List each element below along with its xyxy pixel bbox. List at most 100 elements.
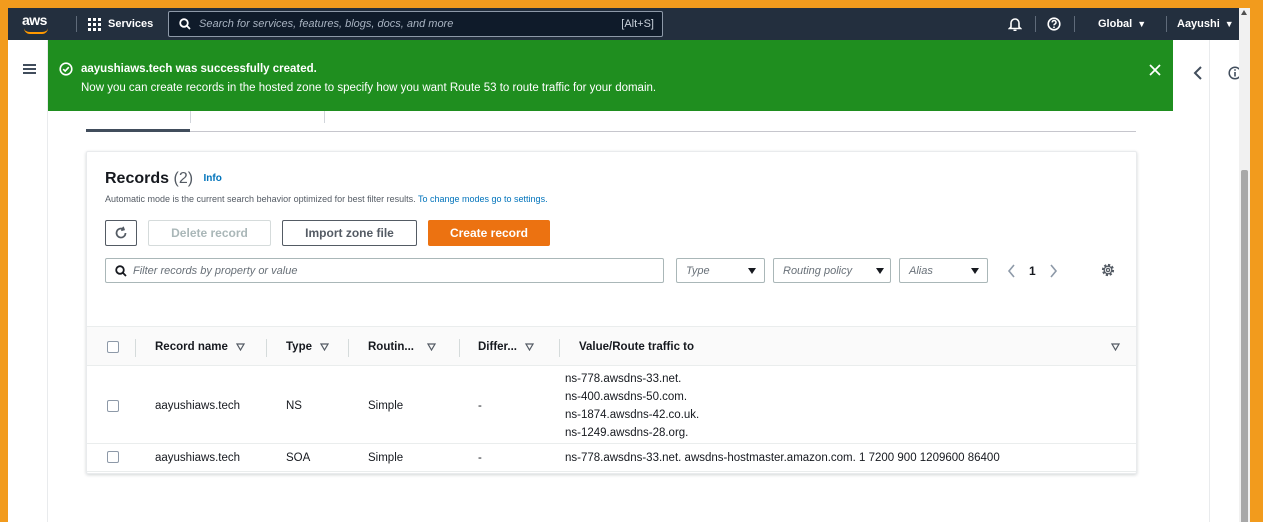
help-icon	[1047, 17, 1061, 31]
record-name-cell: aayushiaws.tech	[155, 452, 241, 464]
routing-policy-select[interactable]: Routing policy	[773, 258, 891, 283]
search-placeholder: Search for services, features, blogs, do…	[199, 18, 454, 30]
search-mode-text: Automatic mode is the current search beh…	[105, 194, 416, 204]
success-flash-banner: aayushiaws.tech was successfully created…	[48, 40, 1173, 111]
caret-down-icon	[748, 267, 756, 274]
services-label: Services	[108, 18, 154, 30]
notifications-button[interactable]	[1008, 8, 1022, 40]
sort-icon[interactable]	[1111, 343, 1120, 351]
global-search-input[interactable]: Search for services, features, blogs, do…	[168, 11, 663, 37]
console-window: aws Services Search for services, featur…	[8, 8, 1245, 522]
record-name-cell: aayushiaws.tech	[155, 400, 241, 412]
nav-divider	[1074, 16, 1075, 32]
row-checkbox[interactable]	[107, 451, 119, 463]
pagination: 1	[1007, 258, 1058, 283]
alias-select[interactable]: Alias	[899, 258, 988, 283]
search-icon	[115, 264, 127, 277]
value-line: ns-1249.awsdns-28.org.	[565, 427, 689, 439]
menu-icon[interactable]	[23, 64, 36, 74]
type-select[interactable]: Type	[676, 258, 765, 283]
top-navigation-bar: aws Services Search for services, featur…	[8, 8, 1245, 40]
chevron-left-icon[interactable]	[1193, 66, 1203, 80]
record-type-cell: NS	[286, 400, 302, 412]
records-table-header: Record name Type Routin... Differ... Val…	[87, 326, 1136, 366]
column-label: Routin...	[368, 341, 414, 353]
tab-divider	[190, 111, 191, 123]
delete-record-button[interactable]: Delete record	[148, 220, 271, 246]
flash-message: Now you can create records in the hosted…	[81, 82, 657, 94]
row-checkbox[interactable]	[107, 400, 119, 412]
records-description: Automatic mode is the current search beh…	[105, 194, 548, 204]
records-title: Records	[105, 170, 170, 187]
page-number[interactable]: 1	[1029, 264, 1036, 278]
value-cell: ns-778.awsdns-33.net. ns-400.awsdns-50.c…	[565, 370, 699, 442]
table-row[interactable]: aayushiaws.tech SOA Simple - ns-778.awsd…	[87, 444, 1136, 472]
sort-icon	[235, 343, 245, 351]
chevron-left-icon[interactable]	[1007, 263, 1016, 278]
column-divider	[459, 339, 460, 357]
caret-down-icon	[971, 267, 979, 274]
right-rail-divider	[1209, 40, 1210, 522]
tabs-underline	[86, 131, 1136, 132]
search-icon	[179, 18, 191, 30]
help-button[interactable]	[1047, 8, 1061, 40]
column-label: Type	[286, 341, 312, 353]
account-menu[interactable]: Aayushi ▼	[1177, 8, 1234, 40]
column-label: Value/Route traffic to	[579, 341, 695, 353]
tab-records-active-indicator	[86, 129, 190, 132]
region-selector[interactable]: Global ▼	[1098, 8, 1146, 40]
column-header-routing-policy[interactable]: Routin...	[368, 327, 436, 367]
left-navigation-rail	[8, 40, 48, 522]
services-menu-button[interactable]: Services	[88, 8, 153, 40]
scrollbar-thumb[interactable]	[1241, 170, 1248, 522]
info-link[interactable]: Info	[204, 173, 222, 184]
import-zone-file-button[interactable]: Import zone file	[282, 220, 417, 246]
bell-icon	[1008, 18, 1022, 31]
column-divider	[266, 339, 267, 357]
tab-divider	[324, 111, 325, 123]
filter-records-input[interactable]: Filter records by property or value	[105, 258, 664, 283]
alias-select-label: Alias	[909, 264, 933, 277]
value-line: ns-778.awsdns-33.net.	[565, 373, 682, 385]
routing-policy-cell: Simple	[368, 452, 404, 464]
close-icon[interactable]	[1149, 64, 1161, 76]
aws-smile-icon	[24, 28, 48, 34]
column-header-value[interactable]: Value/Route traffic to	[579, 327, 694, 367]
column-label: Record name	[155, 341, 228, 353]
page-scrollbar[interactable]	[1239, 8, 1250, 522]
aws-logo-text: aws	[22, 12, 47, 28]
chevron-right-icon[interactable]	[1049, 263, 1058, 278]
records-heading: Records (2) Info	[105, 170, 222, 188]
nav-divider	[1035, 16, 1036, 32]
column-divider	[348, 339, 349, 357]
region-label: Global	[1098, 18, 1133, 30]
select-all-checkbox[interactable]	[107, 341, 119, 353]
scroll-up-arrow-icon[interactable]	[1241, 10, 1247, 15]
gear-icon[interactable]	[1100, 262, 1116, 278]
table-row[interactable]: aayushiaws.tech NS Simple - ns-778.awsdn…	[87, 366, 1136, 444]
column-header-type[interactable]: Type	[286, 327, 329, 367]
refresh-icon	[115, 226, 127, 239]
settings-link[interactable]: To change modes go to settings.	[418, 194, 548, 204]
user-label: Aayushi	[1177, 18, 1220, 30]
column-header-differentiator[interactable]: Differ...	[478, 327, 534, 367]
differentiator-cell: -	[478, 452, 482, 464]
caret-down-icon: ▼	[1137, 19, 1147, 29]
create-record-button[interactable]: Create record	[428, 220, 550, 246]
differentiator-cell: -	[478, 400, 482, 412]
routing-select-label: Routing policy	[783, 264, 853, 277]
column-header-record-name[interactable]: Record name	[155, 327, 245, 367]
aws-logo[interactable]: aws	[22, 13, 52, 35]
sort-icon	[524, 343, 534, 351]
records-count: (2)	[173, 170, 194, 187]
column-label: Differ...	[478, 341, 517, 353]
refresh-button[interactable]	[105, 220, 137, 246]
flash-title: aayushiaws.tech was successfully created…	[81, 63, 317, 75]
nav-divider	[76, 16, 77, 32]
record-type-cell: SOA	[286, 452, 311, 464]
value-cell: ns-778.awsdns-33.net. awsdns-hostmaster.…	[565, 452, 1000, 464]
sort-icon	[427, 343, 436, 351]
search-shortcut: [Alt+S]	[621, 18, 654, 30]
column-divider	[559, 339, 560, 357]
nav-divider	[1166, 16, 1167, 32]
